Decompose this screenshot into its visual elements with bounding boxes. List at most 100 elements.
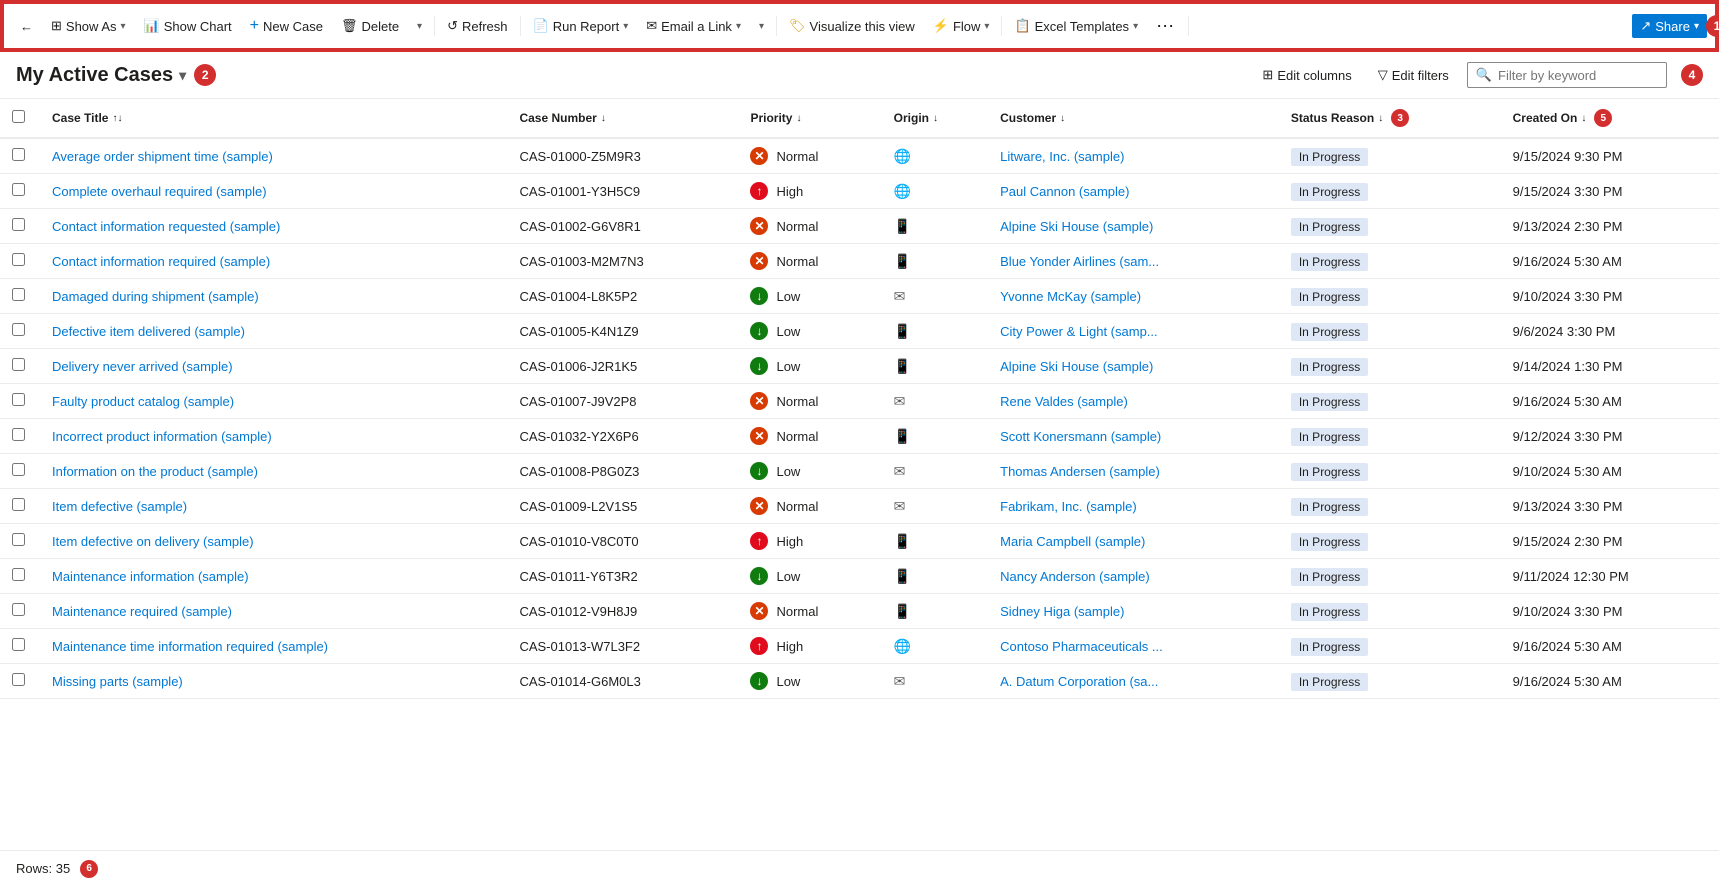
case-title-link[interactable]: Faulty product catalog (sample) xyxy=(52,394,234,409)
priority-label: Low xyxy=(776,324,800,339)
customer-cell: Thomas Andersen (sample) xyxy=(988,454,1279,489)
case-title-link[interactable]: Delivery never arrived (sample) xyxy=(52,359,233,374)
search-input[interactable] xyxy=(1498,68,1658,83)
row-checkbox-5[interactable] xyxy=(12,323,25,336)
origin-cell: 📱 xyxy=(882,594,988,629)
origin-icon: 📱 xyxy=(894,218,911,234)
row-checkbox-3[interactable] xyxy=(12,253,25,266)
priority-value: ✕ Normal xyxy=(750,392,818,410)
customer-link[interactable]: Paul Cannon (sample) xyxy=(1000,184,1129,199)
row-checkbox-0[interactable] xyxy=(12,148,25,161)
col-case-title-sort-icon[interactable]: ↑↓ xyxy=(112,113,122,124)
new-case-button[interactable]: + New Case xyxy=(242,13,331,39)
customer-link[interactable]: Fabrikam, Inc. (sample) xyxy=(1000,499,1137,514)
row-checkbox-4[interactable] xyxy=(12,288,25,301)
col-origin-label: Origin xyxy=(894,111,929,125)
share-button[interactable]: ↗ Share ▾ xyxy=(1632,14,1707,38)
sub-header: My Active Cases ▾ 2 ⊞ Edit columns ▽ Edi… xyxy=(0,52,1719,99)
row-checkbox-9[interactable] xyxy=(12,463,25,476)
case-title-link[interactable]: Contact information requested (sample) xyxy=(52,219,280,234)
customer-cell: Alpine Ski House (sample) xyxy=(988,209,1279,244)
edit-columns-button[interactable]: ⊞ Edit columns xyxy=(1254,63,1359,87)
case-title-link[interactable]: Maintenance required (sample) xyxy=(52,604,232,619)
col-customer-sort-icon[interactable]: ↓ xyxy=(1060,113,1065,124)
col-created-on-sort-icon[interactable]: ↓ xyxy=(1581,113,1586,124)
case-title-link[interactable]: Contact information required (sample) xyxy=(52,254,270,269)
col-case-number-sort-icon[interactable]: ↓ xyxy=(601,113,606,124)
case-title-link[interactable]: Item defective (sample) xyxy=(52,499,187,514)
created-on-cell: 9/10/2024 3:30 PM xyxy=(1501,279,1719,314)
case-title-link[interactable]: Item defective on delivery (sample) xyxy=(52,534,254,549)
refresh-button[interactable]: ↺ Refresh xyxy=(439,14,515,38)
status-badge: In Progress xyxy=(1291,358,1368,376)
col-status-reason-sort-icon[interactable]: ↓ xyxy=(1378,113,1383,124)
row-checkbox-8[interactable] xyxy=(12,428,25,441)
case-title-link[interactable]: Maintenance information (sample) xyxy=(52,569,249,584)
row-checkbox-7[interactable] xyxy=(12,393,25,406)
visualize-button[interactable]: 🏷 Visualize this view xyxy=(781,14,923,38)
row-checkbox-6[interactable] xyxy=(12,358,25,371)
delete-dropdown-button[interactable]: ▾ xyxy=(409,17,430,36)
customer-link[interactable]: Nancy Anderson (sample) xyxy=(1000,569,1150,584)
case-title-link[interactable]: Defective item delivered (sample) xyxy=(52,324,245,339)
excel-button[interactable]: 📋 Excel Templates ▾ xyxy=(1006,14,1146,38)
separator-4 xyxy=(1001,16,1002,36)
customer-link[interactable]: Maria Campbell (sample) xyxy=(1000,534,1145,549)
origin-cell: 🌐 xyxy=(882,138,988,174)
row-checkbox-11[interactable] xyxy=(12,533,25,546)
col-priority-sort-icon[interactable]: ↓ xyxy=(796,113,801,124)
show-as-button[interactable]: ⊞ Show As ▾ xyxy=(43,14,134,38)
customer-link[interactable]: Blue Yonder Airlines (sam... xyxy=(1000,254,1159,269)
case-number-value: CAS-01003-M2M7N3 xyxy=(519,254,643,269)
priority-value: ↑ High xyxy=(750,182,803,200)
case-title-cell: Defective item delivered (sample) xyxy=(40,314,507,349)
case-title-link[interactable]: Missing parts (sample) xyxy=(52,674,183,689)
row-checkbox-2[interactable] xyxy=(12,218,25,231)
case-title-link[interactable]: Maintenance time information required (s… xyxy=(52,639,328,654)
priority-value: ↓ Low xyxy=(750,322,800,340)
customer-link[interactable]: Yvonne McKay (sample) xyxy=(1000,289,1141,304)
view-title-chevron-icon[interactable]: ▾ xyxy=(179,67,186,84)
customer-link[interactable]: A. Datum Corporation (sa... xyxy=(1000,674,1158,689)
customer-link[interactable]: Contoso Pharmaceuticals ... xyxy=(1000,639,1163,654)
priority-value: ✕ Normal xyxy=(750,147,818,165)
back-button[interactable]: ← xyxy=(12,15,41,38)
customer-link[interactable]: Sidney Higa (sample) xyxy=(1000,604,1124,619)
table-row: Complete overhaul required (sample) CAS-… xyxy=(0,174,1719,209)
case-title-link[interactable]: Average order shipment time (sample) xyxy=(52,149,273,164)
customer-link[interactable]: Rene Valdes (sample) xyxy=(1000,394,1128,409)
col-origin-sort-icon[interactable]: ↓ xyxy=(933,113,938,124)
row-checkbox-14[interactable] xyxy=(12,638,25,651)
row-checkbox-12[interactable] xyxy=(12,568,25,581)
show-chart-button[interactable]: 📊 Show Chart xyxy=(136,14,240,38)
customer-link[interactable]: Scott Konersmann (sample) xyxy=(1000,429,1161,444)
customer-link[interactable]: Alpine Ski House (sample) xyxy=(1000,219,1153,234)
customer-link[interactable]: Alpine Ski House (sample) xyxy=(1000,359,1153,374)
row-checkbox-13[interactable] xyxy=(12,603,25,616)
origin-icon: ✉ xyxy=(894,463,906,479)
more-options-button[interactable]: ⋯ xyxy=(1148,12,1184,41)
origin-cell: 📱 xyxy=(882,244,988,279)
select-all-checkbox[interactable] xyxy=(12,110,25,123)
flow-button[interactable]: ⚡ Flow ▾ xyxy=(925,14,998,38)
customer-link[interactable]: Thomas Andersen (sample) xyxy=(1000,464,1160,479)
case-title-link[interactable]: Incorrect product information (sample) xyxy=(52,429,272,444)
customer-cell: Sidney Higa (sample) xyxy=(988,594,1279,629)
email-link-button[interactable]: ✉ Email a Link ▾ xyxy=(638,14,749,38)
created-on-value: 9/16/2024 5:30 AM xyxy=(1513,674,1622,689)
run-report-button[interactable]: 📄 Run Report ▾ xyxy=(525,14,637,38)
more-dropdown-button[interactable]: ▾ xyxy=(751,17,772,36)
customer-link[interactable]: Litware, Inc. (sample) xyxy=(1000,149,1124,164)
case-title-cell: Delivery never arrived (sample) xyxy=(40,349,507,384)
row-checkbox-10[interactable] xyxy=(12,498,25,511)
case-title-link[interactable]: Complete overhaul required (sample) xyxy=(52,184,267,199)
excel-icon: 📋 xyxy=(1014,18,1030,34)
case-title-link[interactable]: Damaged during shipment (sample) xyxy=(52,289,259,304)
row-checkbox-cell xyxy=(0,279,40,314)
edit-filters-button[interactable]: ▽ Edit filters xyxy=(1370,63,1457,87)
customer-link[interactable]: City Power & Light (samp... xyxy=(1000,324,1158,339)
row-checkbox-1[interactable] xyxy=(12,183,25,196)
row-checkbox-15[interactable] xyxy=(12,673,25,686)
delete-button[interactable]: 🗑 Delete xyxy=(333,14,407,38)
case-title-link[interactable]: Information on the product (sample) xyxy=(52,464,258,479)
